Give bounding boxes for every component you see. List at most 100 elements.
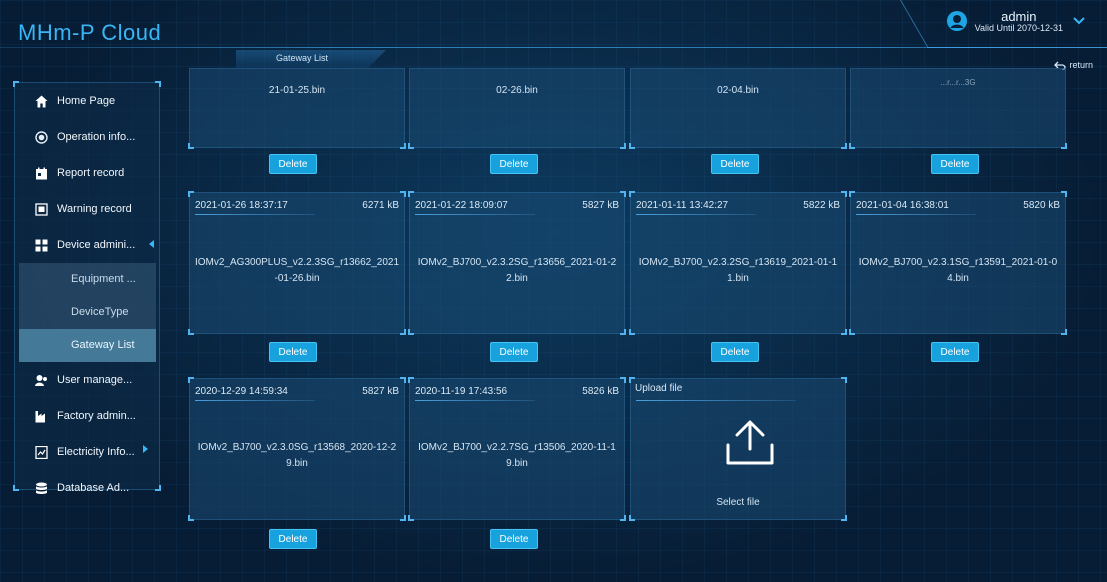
corner-decoration xyxy=(841,143,847,149)
corner-decoration xyxy=(188,377,194,383)
delete-button[interactable]: Delete xyxy=(269,154,317,174)
corner-decoration xyxy=(400,377,406,383)
delete-button[interactable]: Delete xyxy=(490,529,538,549)
file-date: 2021-01-22 18:09:07 xyxy=(415,199,508,211)
divider xyxy=(415,400,535,401)
select-file-button[interactable]: Select file xyxy=(631,497,845,508)
corner-decoration xyxy=(629,143,635,149)
sidebar-item-label: Electricity Info... xyxy=(57,446,135,458)
corner-decoration xyxy=(849,143,855,149)
file-name: IOMv2_BJ700_v2.3.2SG_r13619_2021-01-11.b… xyxy=(638,257,838,284)
corner-decoration xyxy=(620,377,626,383)
chevron-down-icon[interactable] xyxy=(1073,16,1085,26)
device-admin-submenu: Equipment ... DeviceType Gateway List xyxy=(19,263,156,362)
document-chart-icon xyxy=(35,445,48,459)
sidebar-item-report-record[interactable]: Report record xyxy=(19,155,156,191)
delete-button[interactable]: Delete xyxy=(269,342,317,362)
breadcrumb-tab[interactable]: Gateway List xyxy=(236,50,386,68)
sidebar: Home Page Operation info... Report recor… xyxy=(13,81,161,494)
sidebar-item-label: Operation info... xyxy=(57,131,136,143)
corner-decoration xyxy=(629,329,635,335)
file-name: 21-01-25.bin xyxy=(268,85,326,96)
file-card: 2020-12-29 14:59:34 5827 kB IOMv2_BJ700_… xyxy=(188,377,406,521)
file-size: 5826 kB xyxy=(582,385,619,397)
divider xyxy=(636,214,756,215)
file-date: 2021-01-04 16:38:01 xyxy=(856,199,949,211)
corner-decoration xyxy=(841,191,847,197)
user-menu[interactable]: admin Valid Until 2070-12-31 xyxy=(946,6,1085,36)
file-card-header: 2021-01-22 18:09:07 5827 kB xyxy=(415,197,619,213)
sidebar-item-warning-record[interactable]: Warning record xyxy=(19,191,156,227)
corner-decoration xyxy=(408,377,414,383)
file-size: 5822 kB xyxy=(803,199,840,211)
file-name: 02-04.bin xyxy=(717,85,759,96)
file-date: 2021-01-26 18:37:17 xyxy=(195,199,288,211)
file-name: ...r...r...3G xyxy=(940,78,976,87)
file-date: 2020-12-29 14:59:34 xyxy=(195,385,288,397)
delete-button[interactable]: Delete xyxy=(931,154,979,174)
corner-decoration xyxy=(400,515,406,521)
file-size: 6271 kB xyxy=(362,199,399,211)
target-icon xyxy=(35,130,48,144)
file-name: IOMv2_BJ700_v2.3.2SG_r13656_2021-01-22.b… xyxy=(417,257,617,284)
submenu-item-device-type[interactable]: DeviceType xyxy=(19,296,156,329)
sidebar-item-label: Factory admin... xyxy=(57,410,136,422)
divider xyxy=(195,400,315,401)
warning-icon xyxy=(35,202,48,216)
file-card: 2021-01-11 13:42:27 5822 kB IOMv2_BJ700_… xyxy=(629,191,847,335)
sidebar-item-device-admin[interactable]: Device admini... xyxy=(19,227,156,263)
sidebar-item-user-manage[interactable]: User manage... xyxy=(19,362,156,398)
corner-decoration xyxy=(1061,191,1067,197)
database-icon xyxy=(36,482,47,494)
divider xyxy=(195,214,315,215)
delete-button[interactable]: Delete xyxy=(490,154,538,174)
file-size: 5827 kB xyxy=(582,199,619,211)
delete-button[interactable]: Delete xyxy=(490,342,538,362)
upload-card[interactable]: Upload file Select file xyxy=(629,377,847,521)
upload-title: Upload file xyxy=(635,383,683,394)
corner-decoration xyxy=(188,329,194,335)
delete-button[interactable]: Delete xyxy=(711,342,759,362)
file-card: 2021-01-26 18:37:17 6271 kB IOMv2_AG300P… xyxy=(188,191,406,335)
corner-decoration xyxy=(849,329,855,335)
delete-button[interactable]: Delete xyxy=(269,529,317,549)
corner-decoration xyxy=(620,515,626,521)
corner-decoration xyxy=(408,515,414,521)
return-label: return xyxy=(1069,60,1093,70)
file-card-header: 2020-12-29 14:59:34 5827 kB xyxy=(195,383,399,399)
corner-decoration xyxy=(408,191,414,197)
home-icon xyxy=(35,95,48,107)
file-card: 2021-01-04 16:38:01 5820 kB IOMv2_BJ700_… xyxy=(849,191,1067,335)
corner-decoration xyxy=(400,191,406,197)
user-info: admin Valid Until 2070-12-31 xyxy=(975,10,1063,33)
file-card-header: 2021-01-11 13:42:27 5822 kB xyxy=(636,197,840,213)
submenu-item-gateway-list[interactable]: Gateway List xyxy=(19,329,156,362)
file-card-header: 2020-11-19 17:43:56 5826 kB xyxy=(415,383,619,399)
sidebar-item-factory-admin[interactable]: Factory admin... xyxy=(19,398,156,434)
corner-decoration xyxy=(188,143,194,149)
divider xyxy=(856,214,976,215)
sidebar-item-database-admin[interactable]: Database Ad... xyxy=(19,470,156,506)
delete-button[interactable]: Delete xyxy=(711,154,759,174)
upload-icon[interactable] xyxy=(725,419,775,467)
sidebar-item-operation-info[interactable]: Operation info... xyxy=(19,119,156,155)
corner-decoration xyxy=(629,191,635,197)
file-name: IOMv2_BJ700_v2.3.1SG_r13591_2021-01-04.b… xyxy=(858,257,1058,284)
user-valid-until: Valid Until 2070-12-31 xyxy=(974,22,1063,33)
submenu-item-equipment[interactable]: Equipment ... xyxy=(19,263,156,296)
file-size: 5820 kB xyxy=(1023,199,1060,211)
sidebar-item-home[interactable]: Home Page xyxy=(19,83,156,119)
delete-button[interactable]: Delete xyxy=(931,342,979,362)
sidebar-item-label: Warning record xyxy=(57,203,132,215)
sidebar-item-label: Device admini... xyxy=(57,239,136,251)
corner-decoration xyxy=(629,515,635,521)
sidebar-item-label: Home Page xyxy=(57,95,116,107)
file-name: 02-26.bin xyxy=(496,85,538,96)
sidebar-item-electricity-info[interactable]: Electricity Info... xyxy=(19,434,156,470)
corner-decoration xyxy=(400,143,406,149)
file-card: 21-01-25.bin xyxy=(188,68,406,149)
users-icon xyxy=(35,374,47,386)
corner-decoration xyxy=(841,515,847,521)
collapse-arrow-icon xyxy=(149,240,154,248)
corner-decoration xyxy=(188,191,194,197)
